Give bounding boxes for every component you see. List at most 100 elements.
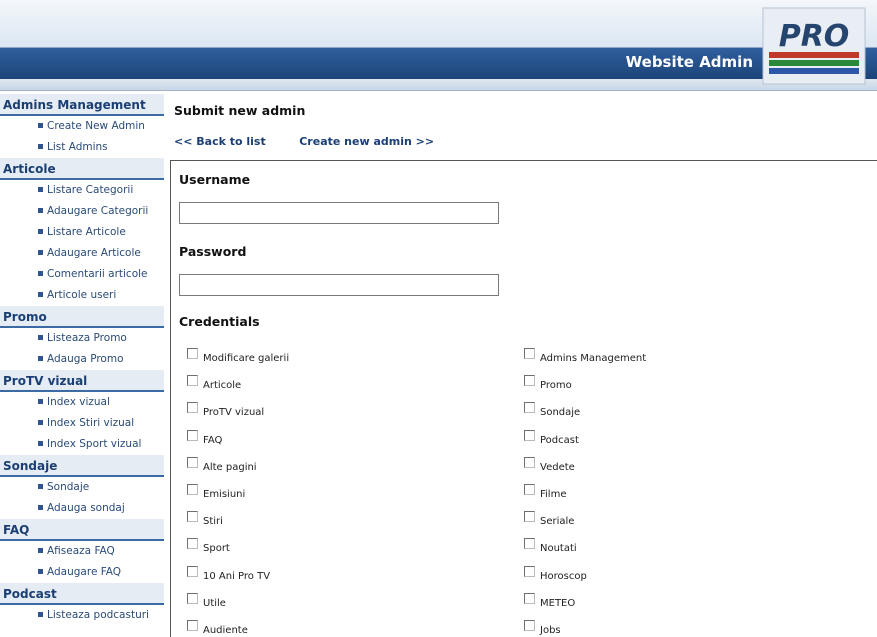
sidebar-item-label: Articole useri (47, 289, 117, 301)
credential-checkbox[interactable] (524, 429, 535, 441)
admin-form: Username Password Credentials Modificare… (170, 160, 877, 637)
credential-checkbox[interactable] (187, 511, 198, 523)
credential-checkbox[interactable] (524, 511, 535, 523)
sidebar-item-label: Sondaje (47, 481, 90, 493)
credential-checkbox[interactable] (187, 402, 198, 414)
credential-checkbox[interactable] (187, 429, 198, 441)
credential-label: Admins Management (540, 353, 647, 364)
create-new-admin-link[interactable]: Create new admin >> (299, 135, 434, 148)
sidebar-item-label: Index Sport vizual (47, 438, 142, 450)
credential-checkbox[interactable] (524, 538, 535, 550)
header-top-band (0, 0, 877, 48)
credential-label: Podcast (540, 434, 579, 446)
credential-label: Alte pagini (203, 461, 257, 473)
sidebar-category[interactable]: FAQ (0, 519, 164, 541)
credential-checkbox[interactable] (524, 375, 535, 387)
credential-label: Emisiuni (203, 489, 246, 500)
sidebar-item-label: Comentarii articole (47, 268, 148, 280)
credential-checkbox[interactable] (524, 456, 535, 468)
sidebar-category[interactable]: Promo (0, 306, 164, 328)
sidebar-category[interactable]: Sondaje (0, 455, 164, 477)
username-label: Username (179, 172, 251, 187)
sidebar-item-label: Listeaza Promo (47, 332, 127, 344)
logo-text: PRO (779, 19, 850, 54)
bullet-icon (38, 398, 43, 404)
sidebar-item-label: Create New Admin (47, 120, 145, 132)
sidebar-item[interactable]: Adauga sondaj (0, 498, 164, 519)
credential-checkbox[interactable] (187, 484, 198, 495)
sidebar-nav: Admins Management Create New Admin List Ad… (0, 94, 164, 626)
credential-checkbox[interactable] (524, 620, 535, 631)
credential-label: Seriale (540, 516, 575, 528)
sidebar-item[interactable]: Afiseaza FAQ (0, 541, 164, 562)
credential-checkbox[interactable] (524, 402, 535, 414)
sidebar-item[interactable]: Adaugare Articole (0, 243, 164, 264)
username-input[interactable] (179, 202, 499, 224)
credential-checkbox[interactable] (524, 484, 535, 495)
sidebar-item[interactable]: Index Stiri vizual (0, 413, 164, 434)
sidebar-item-label: Index vizual (47, 396, 110, 408)
bullet-icon (38, 355, 43, 361)
sidebar-category[interactable]: ProTV vizual (0, 370, 164, 392)
sidebar-item[interactable]: Create New Admin (0, 116, 164, 137)
credential-checkbox[interactable] (187, 565, 198, 577)
sidebar-item[interactable]: Index vizual (0, 392, 164, 413)
credential-checkbox[interactable] (524, 565, 535, 577)
bullet-icon (38, 122, 43, 128)
sidebar-item[interactable]: Adaugare FAQ (0, 562, 164, 583)
sidebar-item[interactable]: Sondaje (0, 477, 164, 498)
credential-checkbox[interactable] (187, 592, 198, 604)
back-to-list-link[interactable]: << Back to list (174, 135, 266, 148)
credential-label: Promo (540, 380, 572, 392)
credential-checkbox[interactable] (187, 456, 198, 468)
credential-checkbox[interactable] (524, 592, 535, 604)
bullet-icon (38, 419, 43, 425)
sidebar-item[interactable]: Articole useri (0, 285, 164, 306)
credentials-label: Credentials (179, 314, 260, 329)
credential-checkbox[interactable] (187, 348, 198, 359)
sidebar-item[interactable]: Listare Articole (0, 222, 164, 243)
sidebar-item-label: Afiseaza FAQ (47, 545, 115, 557)
credential-label: Sondaje (540, 407, 581, 419)
bullet-icon (38, 334, 43, 340)
credential-label: Modificare galerii (203, 353, 290, 364)
sidebar-item[interactable]: Adauga Promo (0, 349, 164, 370)
bullet-icon (38, 291, 43, 297)
credential-label: Audiente (203, 625, 248, 636)
password-input[interactable] (179, 274, 499, 296)
sidebar-category[interactable]: Podcast (0, 583, 164, 605)
sidebar-item-label: Listare Articole (47, 226, 126, 238)
credential-label: 10 Ani Pro TV (203, 570, 271, 582)
sidebar-item-label: Listeaza podcasturi (47, 609, 149, 621)
sidebar-item[interactable]: List Admins (0, 137, 164, 158)
sidebar-category[interactable]: Admins Management (0, 94, 164, 116)
sidebar-item-label: Adaugare FAQ (47, 566, 122, 578)
credential-label: Jobs (540, 625, 561, 636)
bullet-icon (38, 547, 43, 553)
sidebar-item[interactable]: Comentarii articole (0, 264, 164, 285)
credential-label: Noutati (540, 543, 577, 555)
bullet-icon (38, 483, 43, 489)
credential-checkbox[interactable] (187, 620, 198, 631)
credential-label: Stiri (203, 516, 223, 528)
sidebar-item[interactable]: Adaugare Categorii (0, 201, 164, 222)
bullet-icon (38, 143, 43, 149)
password-label: Password (179, 244, 247, 259)
bullet-icon (38, 440, 43, 446)
credential-label: Sport (203, 543, 230, 555)
credential-checkbox[interactable] (187, 375, 198, 387)
bullet-icon (38, 568, 43, 574)
sidebar-item[interactable]: Listare Categorii (0, 180, 164, 201)
credential-label: Horoscop (540, 570, 587, 582)
credential-checkbox[interactable] (187, 538, 198, 550)
credential-checkbox[interactable] (524, 348, 535, 359)
credential-label: Filme (540, 489, 567, 500)
sidebar-category[interactable]: Articole (0, 158, 164, 180)
bullet-icon (38, 504, 43, 510)
sidebar-item[interactable]: Listeaza podcasturi (0, 605, 164, 626)
sidebar-item[interactable]: Index Sport vizual (0, 434, 164, 455)
credential-label: ProTV vizual (203, 407, 265, 419)
credential-label: METEO (540, 597, 576, 609)
sidebar-item[interactable]: Listeaza Promo (0, 328, 164, 349)
sidebar-item-label: Adauga sondaj (47, 502, 125, 514)
